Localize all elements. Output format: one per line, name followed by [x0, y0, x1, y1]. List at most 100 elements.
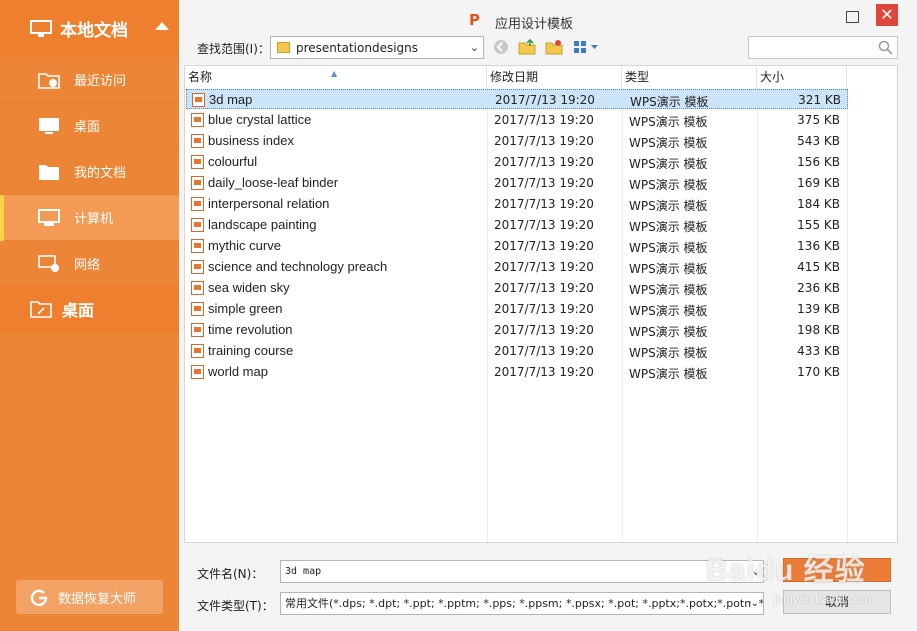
- data-recovery-button[interactable]: 数据恢复大师: [16, 580, 163, 614]
- wps-template-file-icon: [191, 113, 204, 127]
- back-button[interactable]: [492, 38, 510, 56]
- sidebar-item-my-documents[interactable]: 我的文档: [0, 149, 179, 195]
- wps-template-file-icon: [191, 365, 204, 379]
- file-row[interactable]: mythic curve 2017/7/13 19:20 WPS演示 模板 136 K…: [186, 236, 848, 256]
- column-header-date[interactable]: 修改日期: [487, 66, 622, 88]
- chevron-down-icon: ⌄: [750, 593, 759, 614]
- recovery-g-icon: [30, 589, 48, 606]
- file-row[interactable]: time revolution 2017/7/13 19:20 WPS演示 模板 19…: [186, 320, 848, 340]
- filename-field[interactable]: 3d map ⌄: [280, 560, 764, 583]
- chevron-down-icon: ⌄: [469, 41, 479, 54]
- file-size: 156 KB: [797, 155, 840, 169]
- sidebar-item-network[interactable]: 网络: [0, 241, 179, 287]
- filetype-label: 文件类型(T)：: [197, 599, 274, 613]
- wps-template-file-icon: [191, 218, 204, 232]
- filename-label: 文件名(N)：: [197, 567, 264, 581]
- file-row[interactable]: training course 2017/7/13 19:20 WPS演示 模板 43…: [186, 341, 848, 361]
- sidebar-item-label: 计算机: [74, 212, 114, 227]
- file-size: 236 KB: [797, 281, 840, 295]
- computer-icon: [38, 208, 60, 226]
- file-type: WPS演示 模板: [629, 241, 708, 255]
- sidebar-item-recent[interactable]: 最近访问: [0, 57, 179, 103]
- file-row[interactable]: sea widen sky 2017/7/13 19:20 WPS演示 模板 236 …: [186, 278, 848, 298]
- file-name: time revolution: [208, 322, 293, 337]
- look-in-select[interactable]: presentationdesigns ⌄: [270, 36, 484, 59]
- wps-logo-icon: P: [469, 11, 480, 29]
- wps-template-file-icon: [191, 155, 204, 169]
- file-row[interactable]: business index 2017/7/13 19:20 WPS演示 模板 543…: [186, 131, 848, 151]
- sidebar-item-label: 网络: [74, 258, 101, 273]
- baidu-watermark: Baidu 经验: [706, 554, 866, 587]
- file-type: WPS演示 模板: [629, 178, 708, 192]
- wps-template-file-icon: [191, 323, 204, 337]
- sidebar-header-label: 本地文档: [60, 21, 128, 41]
- file-date: 2017/7/13 19:20: [494, 239, 594, 253]
- file-row[interactable]: colourful 2017/7/13 19:20 WPS演示 模板 156 KB: [186, 152, 848, 172]
- file-row[interactable]: blue crystal lattice 2017/7/13 19:20 WPS演示…: [186, 110, 848, 130]
- baidu-watermark-url: jingyan.baidu.com: [774, 592, 871, 606]
- sidebar-header-local-docs[interactable]: 本地文档: [0, 0, 179, 57]
- filetype-select[interactable]: 常用文件(*.dps; *.dpt; *.ppt; *.pptm; *.pps;…: [280, 592, 764, 615]
- file-size: 136 KB: [797, 239, 840, 253]
- title-bar: P 应用设计模板 ✕: [179, 0, 917, 36]
- file-row[interactable]: simple green 2017/7/13 19:20 WPS演示 模板 139 K…: [186, 299, 848, 319]
- up-folder-button[interactable]: [518, 38, 536, 56]
- wps-template-file-icon: [191, 302, 204, 316]
- file-type: WPS演示 模板: [629, 367, 708, 381]
- file-size: 375 KB: [797, 113, 840, 127]
- file-type: WPS演示 模板: [629, 283, 708, 297]
- my-documents-folder-icon: [39, 164, 59, 180]
- file-name: business index: [208, 133, 294, 148]
- maximize-button[interactable]: [846, 11, 859, 23]
- column-header-size[interactable]: 大小: [757, 66, 847, 88]
- file-name: world map: [208, 364, 268, 379]
- file-date: 2017/7/13 19:20: [494, 197, 594, 211]
- file-size: 321 KB: [798, 93, 841, 107]
- view-mode-button[interactable]: [572, 38, 602, 56]
- file-row[interactable]: daily_loose-leaf binder 2017/7/13 19:20 WP…: [186, 173, 848, 193]
- file-row[interactable]: landscape painting 2017/7/13 19:20 WPS演示 模…: [186, 215, 848, 235]
- wps-template-file-icon: [191, 197, 204, 211]
- search-icon: [878, 40, 893, 55]
- file-size: 433 KB: [797, 344, 840, 358]
- back-arrow-icon: [494, 40, 508, 54]
- file-row[interactable]: science and technology preach 2017/7/13 1…: [186, 257, 848, 277]
- wps-template-file-icon: [191, 260, 204, 274]
- sort-ascending-icon: ▲: [331, 69, 338, 78]
- wps-template-file-icon: [191, 239, 204, 253]
- column-header-type[interactable]: 类型: [622, 66, 757, 88]
- file-name: science and technology preach: [208, 259, 388, 274]
- folder-icon: [277, 42, 290, 53]
- sidebar-header-desktop[interactable]: 桌面: [0, 284, 179, 334]
- file-date: 2017/7/13 19:20: [494, 113, 594, 127]
- column-name-label: 名称: [188, 70, 213, 84]
- data-recovery-label: 数据恢复大师: [58, 591, 137, 607]
- sidebar-item-computer[interactable]: 计算机: [0, 195, 179, 241]
- file-type: WPS演示 模板: [629, 136, 708, 150]
- file-date: 2017/7/13 19:20: [494, 260, 594, 274]
- file-row[interactable]: 3d map 2017/7/13 19:20 WPS演示 模板 321 KB: [186, 89, 848, 109]
- wps-template-file-icon: [191, 176, 204, 190]
- desktop-folder-icon: [30, 301, 52, 318]
- file-date: 2017/7/13 19:20: [494, 134, 594, 148]
- close-button[interactable]: ✕: [876, 4, 898, 26]
- column-type-label: 类型: [625, 70, 650, 84]
- column-header-name[interactable]: 名称 ▲: [185, 66, 487, 88]
- file-date: 2017/7/13 19:20: [494, 176, 594, 190]
- look-in-label: 查找范围(I)：: [197, 42, 270, 56]
- file-size: 139 KB: [797, 302, 840, 316]
- search-input[interactable]: [748, 36, 898, 59]
- file-row[interactable]: interpersonal relation 2017/7/13 19:20 WPS…: [186, 194, 848, 214]
- collapse-caret-icon[interactable]: [155, 22, 169, 30]
- file-name: colourful: [208, 154, 258, 169]
- recent-folder-icon: [38, 72, 60, 89]
- new-folder-button[interactable]: [545, 38, 563, 56]
- monitor-icon: [30, 19, 52, 37]
- file-size: 169 KB: [797, 176, 840, 190]
- desktop-monitor-icon: [39, 117, 59, 134]
- file-type: WPS演示 模板: [629, 262, 708, 276]
- sidebar-item-desktop[interactable]: 桌面: [0, 103, 179, 149]
- file-row[interactable]: world map 2017/7/13 19:20 WPS演示 模板 170 KB: [186, 362, 848, 382]
- file-date: 2017/7/13 19:20: [494, 281, 594, 295]
- file-name: training course: [208, 343, 294, 358]
